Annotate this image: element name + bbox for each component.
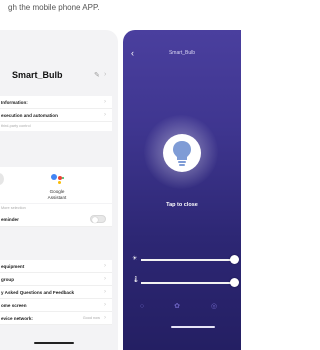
- temperature-track: [141, 282, 235, 284]
- row-equipment-label: equipment: [1, 264, 25, 269]
- google-assistant-label: Google Assistant: [47, 189, 67, 200]
- power-tab-icon[interactable]: ○: [137, 302, 147, 312]
- tap-to-close-label: Tap to close: [166, 202, 198, 208]
- sun-icon: ☀: [132, 256, 138, 262]
- reminder-toggle[interactable]: [90, 215, 106, 223]
- chevron-right-icon: ›: [104, 263, 106, 269]
- row-equipment[interactable]: equipment ›: [0, 260, 112, 273]
- chevron-right-icon: ›: [104, 302, 106, 308]
- chevron-right-icon: ›: [104, 276, 106, 282]
- row-execution[interactable]: execution and automation ›: [0, 109, 112, 122]
- brightness-track: [141, 259, 235, 261]
- lightbulb-icon: [173, 141, 191, 166]
- row-information-label: Information:: [1, 100, 28, 105]
- device-name-title: Smart_Bulb: [12, 70, 63, 80]
- row-group[interactable]: group ›: [0, 273, 112, 286]
- google-assistant-icon[interactable]: [50, 173, 66, 185]
- settings-card-top: Information: › execution and automation …: [0, 96, 112, 131]
- assistant-row: Google Assistant: [0, 167, 112, 203]
- more-subheader: More selection: [1, 206, 26, 210]
- chevron-right-icon: ›: [104, 99, 106, 105]
- device-settings-screen: Smart_Bulb ✎ › Information: › execution …: [0, 30, 118, 350]
- caption-text: gh the mobile phone APP.: [8, 3, 100, 12]
- chevron-right-icon: ›: [104, 112, 106, 118]
- row-reminder-label: eminder: [1, 217, 19, 222]
- chevron-right-icon: ›: [104, 71, 107, 78]
- pencil-icon[interactable]: ✎: [94, 71, 100, 79]
- chevron-right-icon: ›: [104, 289, 106, 295]
- bulb-control-screen: ‹ Smart_Bulb Tap to close ☀ 🌡 ○ ✿ ◎: [123, 30, 241, 350]
- brightness-slider[interactable]: [141, 255, 239, 265]
- row-device-network-label: evice network:: [1, 316, 33, 321]
- brightness-slider-handle[interactable]: [230, 255, 239, 264]
- alexa-icon[interactable]: [0, 173, 4, 185]
- device-header: Smart_Bulb ✎ ›: [0, 70, 118, 86]
- row-home-screen-label: ome screen: [1, 303, 27, 308]
- row-reminder: eminder: [0, 213, 112, 227]
- third-party-subheader: third-party control: [1, 124, 31, 128]
- row-faq-label: y Asked Questions and Feedback: [1, 290, 75, 295]
- settings-card-middle: More selection eminder: [0, 204, 112, 227]
- palette-tab-icon[interactable]: ✿: [172, 302, 182, 312]
- timer-tab-icon[interactable]: ◎: [209, 302, 219, 312]
- settings-card-bottom: equipment › group › y Asked Questions an…: [0, 260, 112, 325]
- row-group-label: group: [1, 277, 15, 282]
- home-indicator: [34, 342, 74, 344]
- row-information[interactable]: Information: ›: [0, 96, 112, 109]
- bottom-tab-bar: ○ ✿ ◎: [123, 302, 241, 316]
- row-execution-label: execution and automation: [1, 113, 58, 118]
- network-status-value: Good now: [82, 316, 100, 320]
- row-device-network[interactable]: evice network: Good now ›: [0, 312, 112, 325]
- thermometer-icon: 🌡: [132, 277, 140, 283]
- chevron-right-icon: ›: [104, 315, 106, 321]
- bulb-title: Smart_Bulb: [168, 50, 196, 56]
- row-faq[interactable]: y Asked Questions and Feedback ›: [0, 286, 112, 299]
- home-indicator: [171, 326, 215, 328]
- temperature-slider[interactable]: [141, 278, 239, 288]
- row-home-screen[interactable]: ome screen ›: [0, 299, 112, 312]
- temperature-slider-handle[interactable]: [230, 278, 239, 287]
